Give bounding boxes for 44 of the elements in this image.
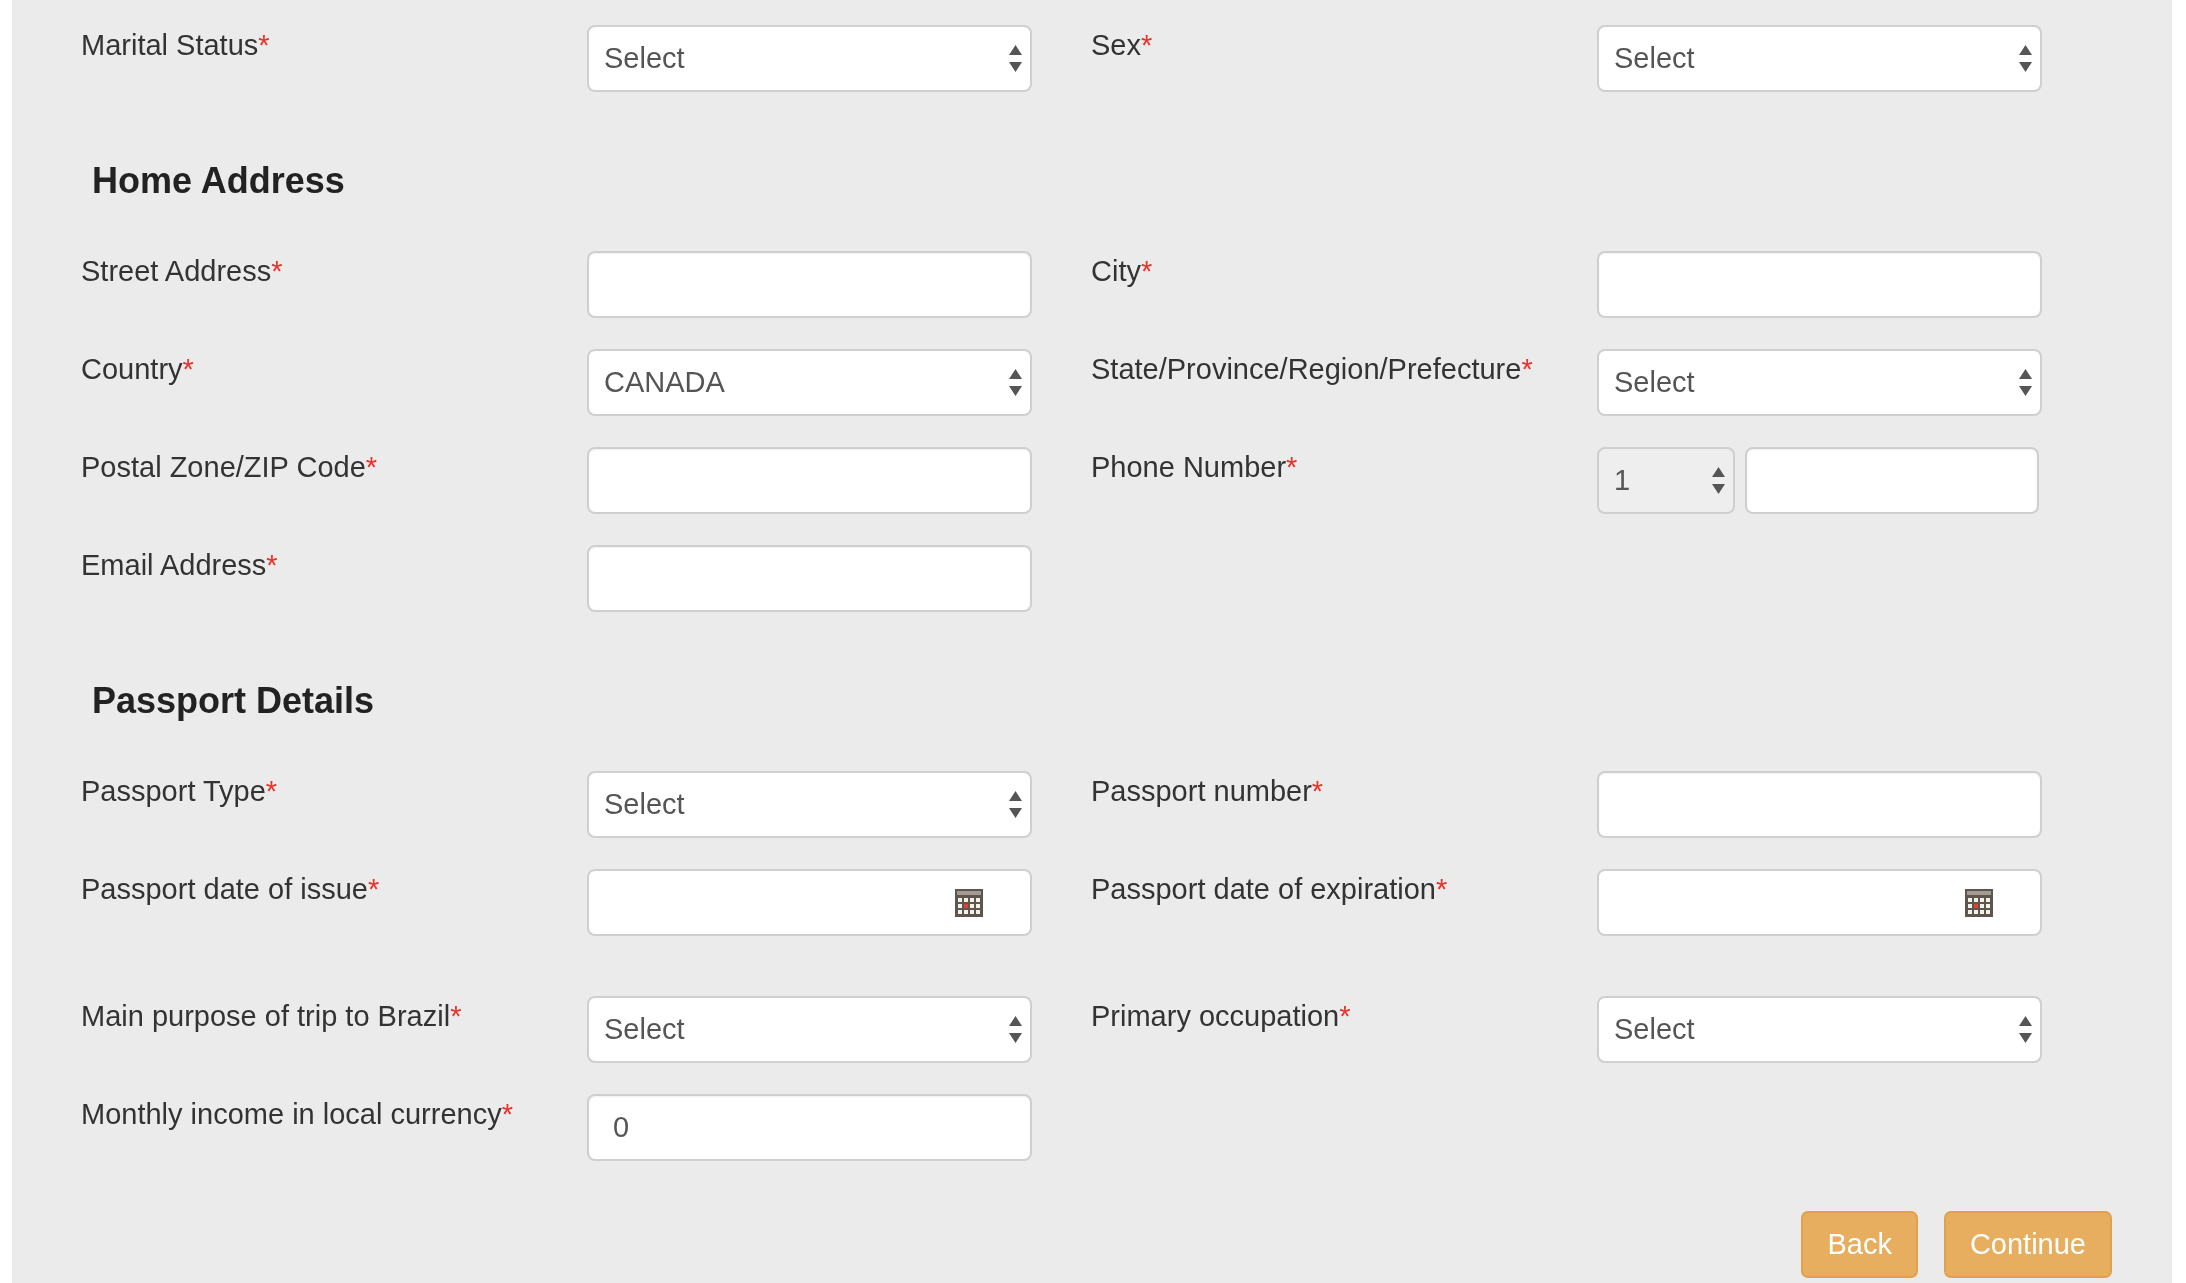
text-field[interactable] bbox=[587, 447, 1032, 514]
dropdown[interactable]: Select bbox=[1597, 25, 2042, 92]
text-field[interactable] bbox=[1597, 771, 2042, 838]
date-field[interactable] bbox=[587, 869, 1032, 936]
field-label: Email Address* bbox=[81, 548, 278, 583]
text-field[interactable] bbox=[587, 251, 1032, 318]
field-label: Monthly income in local currency* bbox=[81, 1097, 513, 1132]
dropdown[interactable]: Select bbox=[1597, 996, 2042, 1063]
field-label: Country* bbox=[81, 352, 194, 387]
sort-arrows-icon bbox=[1009, 369, 1022, 396]
field-label: Passport date of expiration* bbox=[1091, 872, 1448, 907]
sort-arrows-icon bbox=[2019, 45, 2032, 72]
sort-arrows-icon bbox=[1009, 1016, 1022, 1043]
field-label: Passport date of issue* bbox=[81, 872, 380, 907]
calendar-icon[interactable] bbox=[1965, 888, 1993, 917]
sort-arrows-icon bbox=[1712, 467, 1725, 494]
text-field[interactable] bbox=[1597, 251, 2042, 318]
dropdown[interactable]: Select bbox=[587, 996, 1032, 1063]
calendar-icon[interactable] bbox=[955, 888, 983, 917]
text-field[interactable] bbox=[587, 545, 1032, 612]
field-label: Passport Type* bbox=[81, 774, 278, 809]
field-label: Main purpose of trip to Brazil* bbox=[81, 999, 462, 1034]
field-label: Phone Number* bbox=[1091, 450, 1298, 485]
field-label: State/Province/Region/Prefecture* bbox=[1091, 352, 1533, 387]
phone-field[interactable] bbox=[1745, 447, 2039, 514]
sort-arrows-icon bbox=[2019, 1016, 2032, 1043]
field-label: Postal Zone/ZIP Code* bbox=[81, 450, 378, 485]
sort-arrows-icon bbox=[1009, 45, 1022, 72]
dropdown[interactable]: Select bbox=[1597, 349, 2042, 416]
field-label: Primary occupation* bbox=[1091, 999, 1351, 1034]
field-label: Marital Status* bbox=[81, 28, 270, 63]
field-label: Passport number* bbox=[1091, 774, 1324, 809]
field-label: City* bbox=[1091, 254, 1153, 289]
section-heading: Passport Details bbox=[92, 679, 375, 723]
dropdown[interactable]: Select bbox=[587, 25, 1032, 92]
dropdown[interactable]: CANADA bbox=[587, 349, 1032, 416]
text-field[interactable]: 0 bbox=[587, 1094, 1032, 1161]
field-label: Street Address* bbox=[81, 254, 283, 289]
section-heading: Home Address bbox=[92, 159, 345, 203]
field-label: Sex* bbox=[1091, 28, 1153, 63]
sort-arrows-icon bbox=[2019, 369, 2032, 396]
date-field[interactable] bbox=[1597, 869, 2042, 936]
dropdown[interactable]: Select bbox=[587, 771, 1032, 838]
sort-arrows-icon bbox=[1009, 791, 1022, 818]
